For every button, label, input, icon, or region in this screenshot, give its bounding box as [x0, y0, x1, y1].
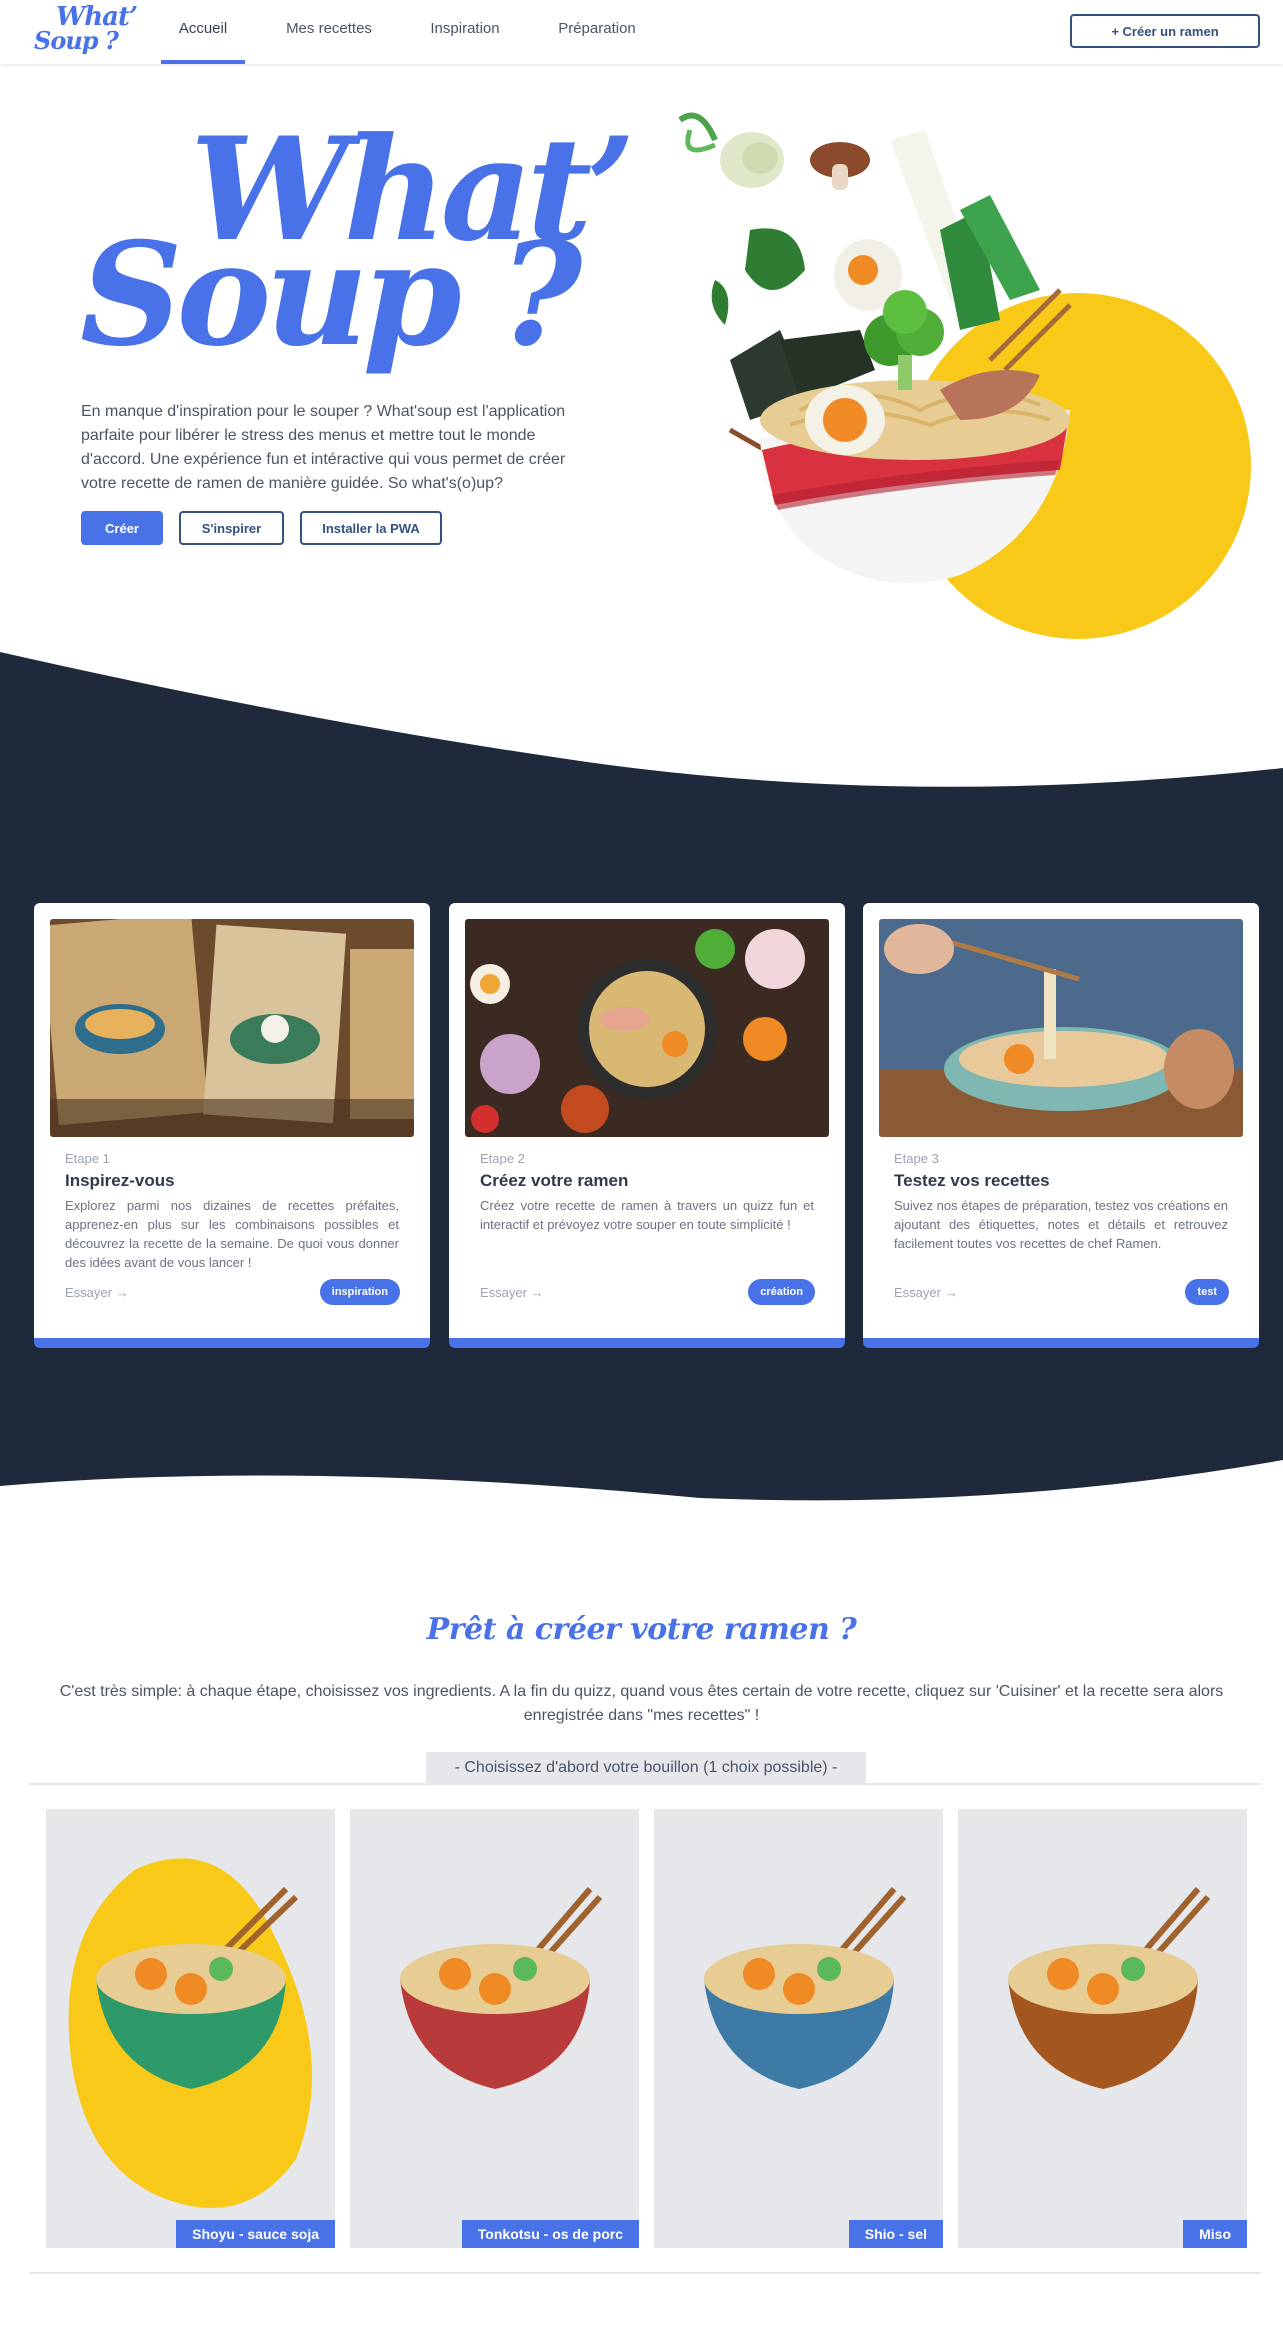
miso-bowl-icon: [1008, 1887, 1211, 2089]
nav-link-inspiration[interactable]: Inspiration: [420, 0, 510, 64]
step-3-image: [879, 919, 1243, 1137]
lettuce-icon: [745, 228, 805, 290]
step-card-3[interactable]: Etape 3 Testez vos recettes Suivez nos é…: [863, 903, 1259, 1348]
quiz-description: C'est très simple: à chaque étape, chois…: [59, 1683, 1224, 1724]
nav-link-accueil[interactable]: Accueil: [161, 0, 245, 64]
shio-bowl-icon: [704, 1887, 907, 2089]
step-description: Explorez parmi nos dizaines de recettes …: [65, 1198, 399, 1270]
quiz-title: Prêt à créer votre ramen ?: [426, 1612, 857, 1647]
step-title: Créez votre ramen: [480, 1171, 629, 1190]
broth-label: Tonkotsu - os de porc: [461, 2220, 639, 2248]
step-title: Inspirez-vous: [65, 1171, 175, 1190]
broth-label: Shio - sel: [848, 2220, 943, 2248]
logo-line-2: Soup ?: [34, 26, 119, 55]
inspire-button[interactable]: S'inspirer: [179, 511, 284, 545]
step-tag[interactable]: création: [748, 1279, 815, 1305]
hero-title-line-2: Soup ?: [80, 212, 582, 378]
broth-label: Shoyu - sauce soja: [176, 2220, 335, 2248]
quiz-step-label: - Choisissez d'abord votre bouillon (1 c…: [426, 1752, 866, 1783]
step-2-image: [465, 919, 829, 1137]
step-title: Testez vos recettes: [894, 1171, 1050, 1190]
step-description: Créez votre recette de ramen à travers u…: [480, 1198, 814, 1232]
step-tag[interactable]: test: [1185, 1279, 1229, 1305]
broth-option-shio[interactable]: Shio - sel: [654, 1809, 943, 2248]
try-link[interactable]: Essayer →: [894, 1285, 958, 1300]
broth-option-shoyu[interactable]: Shoyu - sauce soja: [46, 1809, 335, 2248]
top-navbar: What’ Soup ? Accueil Mes recettes Inspir…: [0, 0, 1283, 64]
install-pwa-button[interactable]: Installer la PWA: [300, 511, 442, 545]
broth-label: Miso: [1183, 2220, 1247, 2248]
step-1-image: [50, 919, 414, 1137]
broth-option-miso[interactable]: Miso: [958, 1809, 1247, 2248]
step-number: Etape 2: [480, 1151, 525, 1166]
leaf-icon: [711, 280, 729, 325]
mushroom-icon: [810, 142, 870, 190]
step-card-2[interactable]: Etape 2 Créez votre ramen Créez votre re…: [449, 903, 845, 1348]
tonkotsu-bowl-icon: [400, 1887, 603, 2089]
nav-link-preparation[interactable]: Préparation: [552, 0, 642, 64]
try-link[interactable]: Essayer →: [480, 1285, 544, 1300]
logo[interactable]: What’ Soup ?: [34, 4, 138, 55]
shoyu-bowl-icon: [68, 1858, 312, 2208]
nav-link-mes-recettes[interactable]: Mes recettes: [280, 0, 378, 64]
divider-bottom: [29, 2272, 1261, 2274]
create-ramen-button[interactable]: + Créer un ramen: [1070, 14, 1260, 48]
broth-option-tonkotsu[interactable]: Tonkotsu - os de porc: [350, 1809, 639, 2248]
step-number: Etape 3: [894, 1151, 939, 1166]
step-description: Suivez nos étapes de préparation, testez…: [894, 1198, 1228, 1251]
create-button[interactable]: Créer: [81, 511, 163, 545]
step-card-1[interactable]: Etape 1 Inspirez-vous Explorez parmi nos…: [34, 903, 430, 1348]
hero-description: En manque d'inspiration pour le souper ?…: [81, 403, 566, 492]
step-tag[interactable]: inspiration: [319, 1279, 400, 1305]
step-number: Etape 1: [65, 1151, 110, 1166]
divider: [29, 1783, 1261, 1785]
try-link[interactable]: Essayer →: [65, 1285, 129, 1300]
bowl-egg-icon: [805, 385, 885, 455]
fennel-icon: [678, 112, 784, 188]
ramen-bowl-illustration: [678, 112, 1251, 639]
